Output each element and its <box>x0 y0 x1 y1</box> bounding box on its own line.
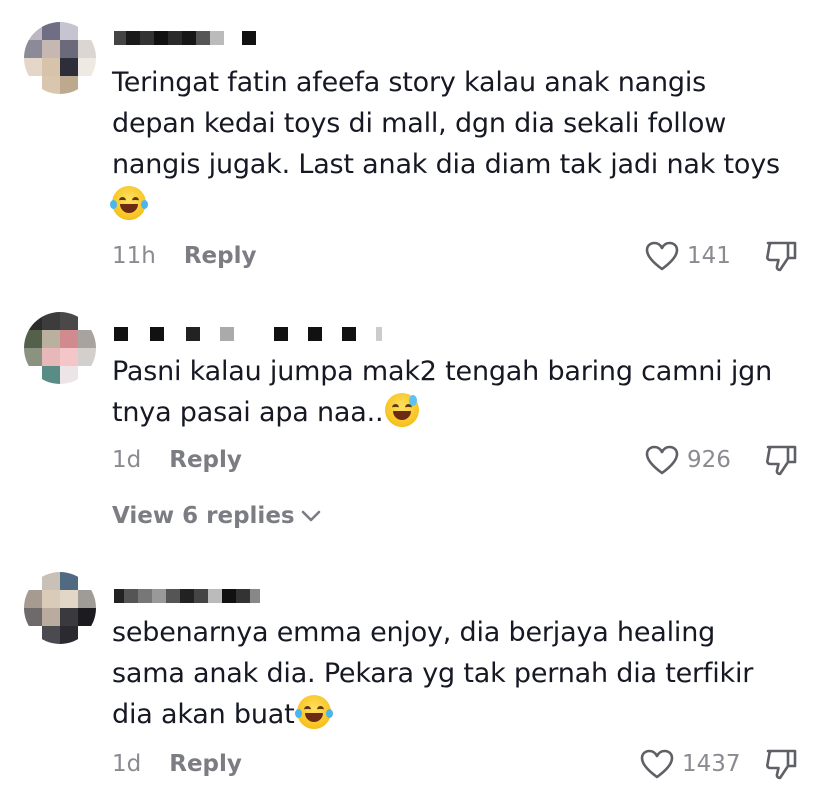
username-redacted[interactable] <box>114 588 260 604</box>
reply-button[interactable]: Reply <box>169 447 242 473</box>
comment-time: 1d <box>112 751 142 777</box>
comment-meta: 11h Reply <box>112 243 257 269</box>
comment-text: sebenarnya emma enjoy, dia berjaya heali… <box>112 617 754 730</box>
like-count: 926 <box>687 447 731 473</box>
dislike-icon[interactable] <box>764 444 798 476</box>
like-button[interactable]: 1437 <box>640 749 741 779</box>
comment-meta: 1d Reply <box>112 751 242 777</box>
view-replies-button[interactable]: View 6 replies <box>112 503 321 529</box>
comment-meta: 1d Reply <box>112 447 242 473</box>
heart-icon <box>640 749 674 779</box>
username-redacted[interactable] <box>114 326 382 342</box>
reply-button[interactable]: Reply <box>184 243 257 269</box>
avatar[interactable] <box>24 22 96 94</box>
face-with-tears-of-joy-icon <box>294 695 333 729</box>
chevron-down-icon <box>301 503 321 529</box>
heart-icon <box>645 241 679 271</box>
comment-text: Pasni kalau jumpa mak2 tengah baring cam… <box>112 356 772 428</box>
reply-button[interactable]: Reply <box>169 751 242 777</box>
like-button[interactable]: 926 <box>645 445 731 475</box>
avatar[interactable] <box>24 312 96 384</box>
heart-icon <box>645 445 679 475</box>
dislike-icon[interactable] <box>764 748 798 780</box>
like-count: 1437 <box>682 751 741 777</box>
username-redacted[interactable] <box>114 30 256 46</box>
face-with-tears-of-joy-icon <box>110 186 148 220</box>
avatar[interactable] <box>24 572 96 644</box>
comment-time: 1d <box>112 447 142 473</box>
comment-text: Teringat fatin afeefa story kalau anak n… <box>110 62 812 226</box>
like-button[interactable]: 141 <box>645 241 731 271</box>
like-count: 141 <box>687 243 731 269</box>
dislike-icon[interactable] <box>764 240 798 272</box>
comment-time: 11h <box>112 243 156 269</box>
view-replies-label: View 6 replies <box>112 503 295 529</box>
grinning-face-with-sweat-icon <box>385 393 420 427</box>
